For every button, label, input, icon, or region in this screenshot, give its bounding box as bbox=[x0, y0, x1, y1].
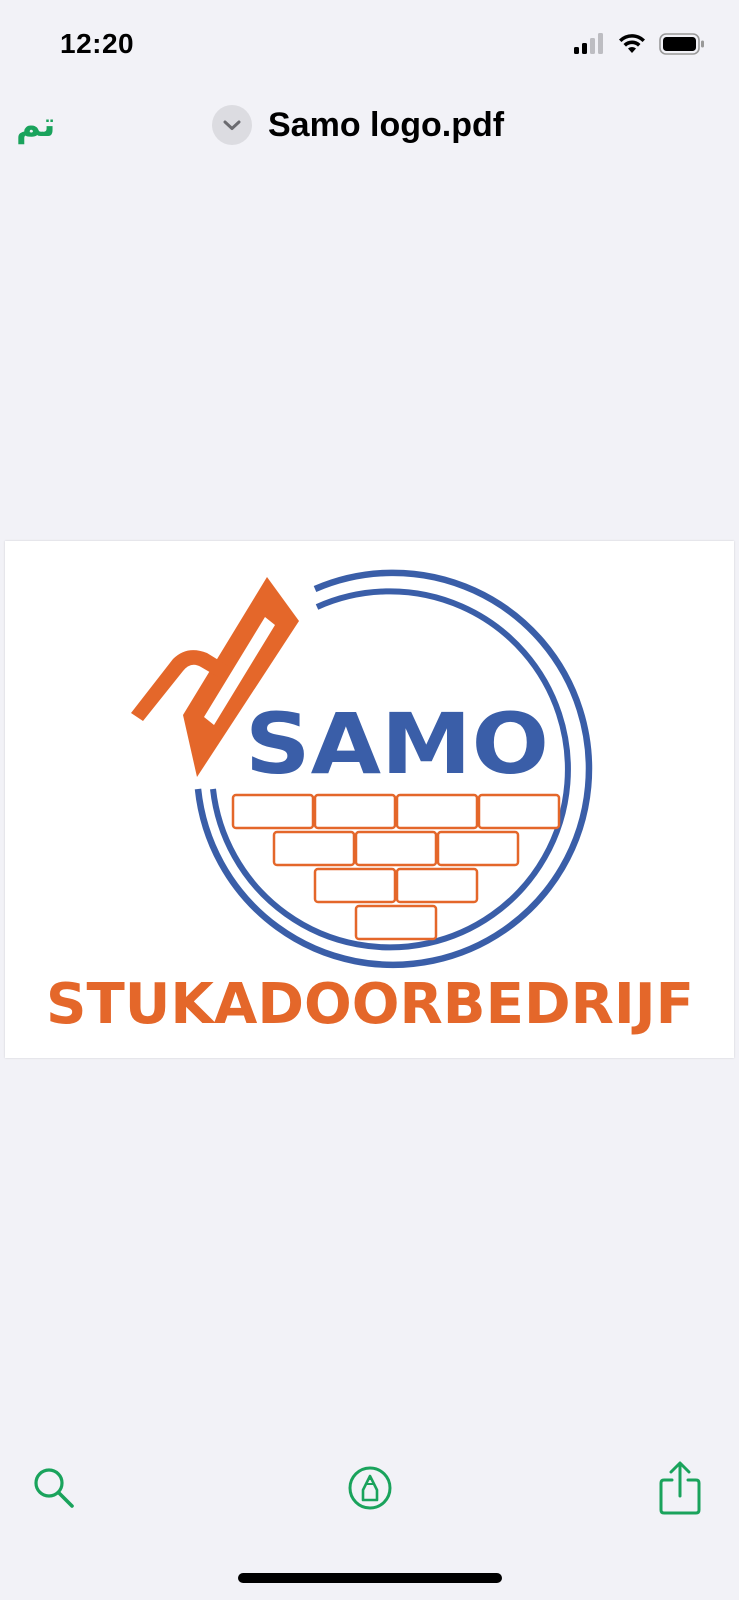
done-button[interactable]: تم bbox=[16, 105, 55, 145]
share-button[interactable] bbox=[652, 1460, 708, 1516]
home-indicator[interactable] bbox=[238, 1573, 502, 1583]
nav-bar: تم Samo logo.pdf bbox=[0, 95, 739, 165]
title-menu-button[interactable]: Samo logo.pdf bbox=[212, 105, 504, 145]
status-bar: 12:20 bbox=[0, 0, 739, 90]
pdf-page[interactable]: SAMO STUKADOORBEDRIJF bbox=[5, 541, 734, 1058]
samo-logo: SAMO STUKADOORBEDRIJF bbox=[46, 569, 694, 1037]
bottom-toolbar bbox=[0, 1460, 739, 1530]
brand-name-text: SAMO bbox=[245, 695, 549, 793]
battery-icon bbox=[659, 32, 705, 60]
tagline-text: STUKADOORBEDRIJF bbox=[46, 972, 694, 1037]
cellular-signal-icon bbox=[573, 32, 605, 60]
search-icon bbox=[34, 1468, 74, 1508]
share-icon bbox=[659, 1461, 701, 1515]
brick-wall-icon bbox=[231, 793, 561, 941]
wifi-icon bbox=[617, 33, 647, 60]
document-title: Samo logo.pdf bbox=[268, 105, 505, 144]
markup-icon bbox=[348, 1466, 392, 1510]
status-icons bbox=[573, 32, 705, 60]
chevron-down-icon bbox=[212, 105, 252, 145]
markup-button[interactable] bbox=[342, 1460, 398, 1516]
status-time: 12:20 bbox=[60, 28, 135, 59]
search-button[interactable] bbox=[26, 1460, 82, 1516]
